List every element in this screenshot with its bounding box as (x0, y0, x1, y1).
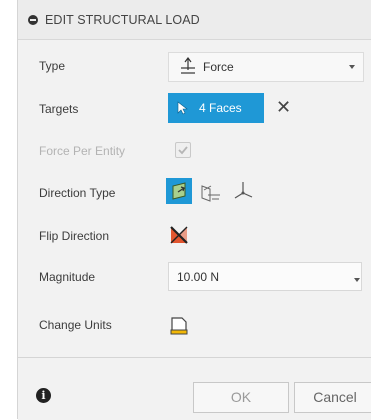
magnitude-value: 10.00 N (177, 270, 220, 284)
dialog-footer: i OK Cancel (18, 357, 371, 420)
ok-button[interactable]: OK (193, 382, 289, 413)
targets-row: Targets 4 Faces ✕ (18, 93, 371, 124)
force-per-entity-checkbox[interactable] (175, 142, 191, 158)
direction-type-label: Direction Type (39, 186, 116, 200)
type-value: Force (203, 60, 234, 74)
flip-direction-label: Flip Direction (39, 229, 110, 243)
checkmark-icon (178, 146, 188, 155)
info-icon[interactable]: i (36, 388, 51, 403)
targets-label: Targets (39, 102, 79, 116)
type-label: Type (39, 59, 66, 73)
flip-direction-row: Flip Direction (18, 224, 371, 254)
normal-face-icon (172, 182, 186, 200)
edit-structural-load-dialog: EDIT STRUCTURAL LOAD Type Force Targets (17, 0, 371, 420)
type-row: Type Force (18, 52, 371, 82)
change-units-row: Change Units (18, 314, 371, 344)
cancel-button[interactable]: Cancel (294, 382, 371, 413)
targets-selection-button[interactable]: 4 Faces (168, 93, 264, 123)
xyz-axes-icon (234, 182, 253, 199)
dialog-header: EDIT STRUCTURAL LOAD (18, 0, 371, 40)
collapse-icon[interactable] (28, 15, 38, 25)
type-select[interactable]: Force (168, 52, 364, 82)
units-icon[interactable] (168, 314, 190, 339)
change-units-label: Change Units (39, 318, 112, 332)
magnitude-dropdown-icon[interactable] (353, 272, 361, 286)
angle-direction-button[interactable] (198, 178, 224, 204)
force-per-entity-label: Force Per Entity (39, 144, 126, 158)
magnitude-label: Magnitude (39, 270, 96, 284)
dialog-title: EDIT STRUCTURAL LOAD (45, 13, 200, 27)
chevron-down-icon (349, 65, 355, 69)
angle-direction-icon (201, 185, 220, 202)
normal-direction-button[interactable] (166, 178, 192, 204)
targets-value: 4 Faces (199, 101, 242, 115)
direction-type-row: Direction Type (18, 178, 371, 212)
cursor-arrow-icon (177, 101, 189, 118)
force-per-entity-row: Force Per Entity (18, 142, 371, 172)
flip-direction-icon[interactable] (168, 224, 190, 249)
magnitude-input[interactable]: 10.00 N (168, 262, 362, 291)
clear-selection-icon[interactable]: ✕ (276, 97, 291, 117)
magnitude-row: Magnitude 10.00 N (18, 262, 371, 294)
force-icon (178, 57, 198, 80)
vector-direction-button[interactable] (230, 178, 256, 204)
